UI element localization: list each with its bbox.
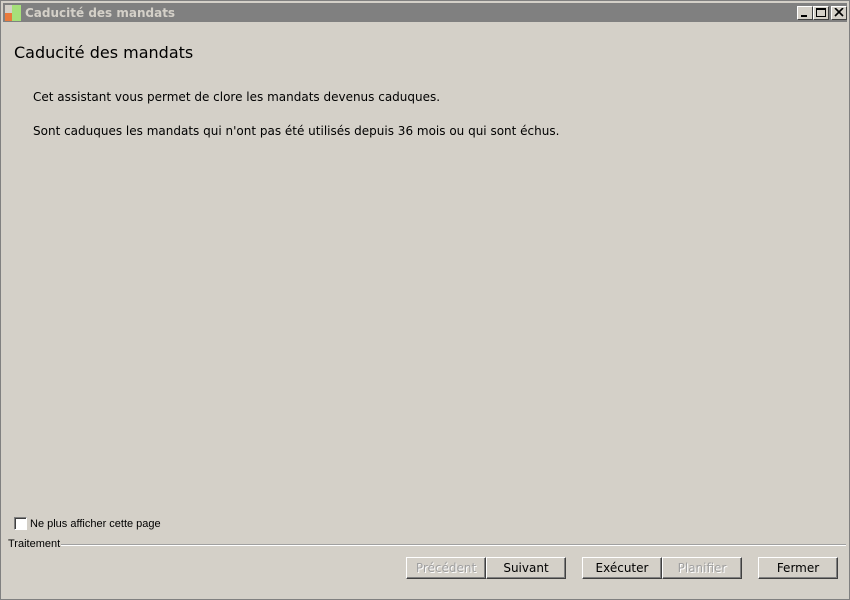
minimize-button[interactable] bbox=[797, 6, 813, 20]
wizard-content: Caducité des mandats Cet assistant vous … bbox=[3, 23, 847, 597]
intro-text: Cet assistant vous permet de clore les m… bbox=[33, 90, 441, 104]
previous-button[interactable]: Précédent bbox=[406, 557, 486, 579]
window-title: Caducité des mandats bbox=[25, 6, 176, 20]
execute-button[interactable]: Exécuter bbox=[582, 557, 662, 579]
app-icon bbox=[5, 5, 21, 21]
group-divider bbox=[61, 544, 846, 546]
maximize-button[interactable] bbox=[813, 6, 829, 20]
schedule-button[interactable]: Planifier bbox=[662, 557, 742, 579]
wizard-window: Caducité des mandats Caducité des mandat… bbox=[0, 0, 850, 600]
dont-show-label[interactable]: Ne plus afficher cette page bbox=[30, 518, 161, 530]
close-icon bbox=[834, 8, 844, 17]
dont-show-checkbox[interactable] bbox=[14, 517, 27, 530]
next-button[interactable]: Suivant bbox=[486, 557, 566, 579]
close-button[interactable]: Fermer bbox=[758, 557, 838, 579]
minimize-icon bbox=[801, 15, 807, 17]
page-title: Caducité des mandats bbox=[14, 43, 194, 62]
close-window-button[interactable] bbox=[831, 6, 847, 20]
description-text: Sont caduques les mandats qui n'ont pas … bbox=[33, 124, 560, 138]
maximize-icon bbox=[816, 8, 826, 17]
title-bar[interactable]: Caducité des mandats bbox=[3, 3, 847, 22]
processing-group-label: Traitement bbox=[8, 538, 61, 550]
